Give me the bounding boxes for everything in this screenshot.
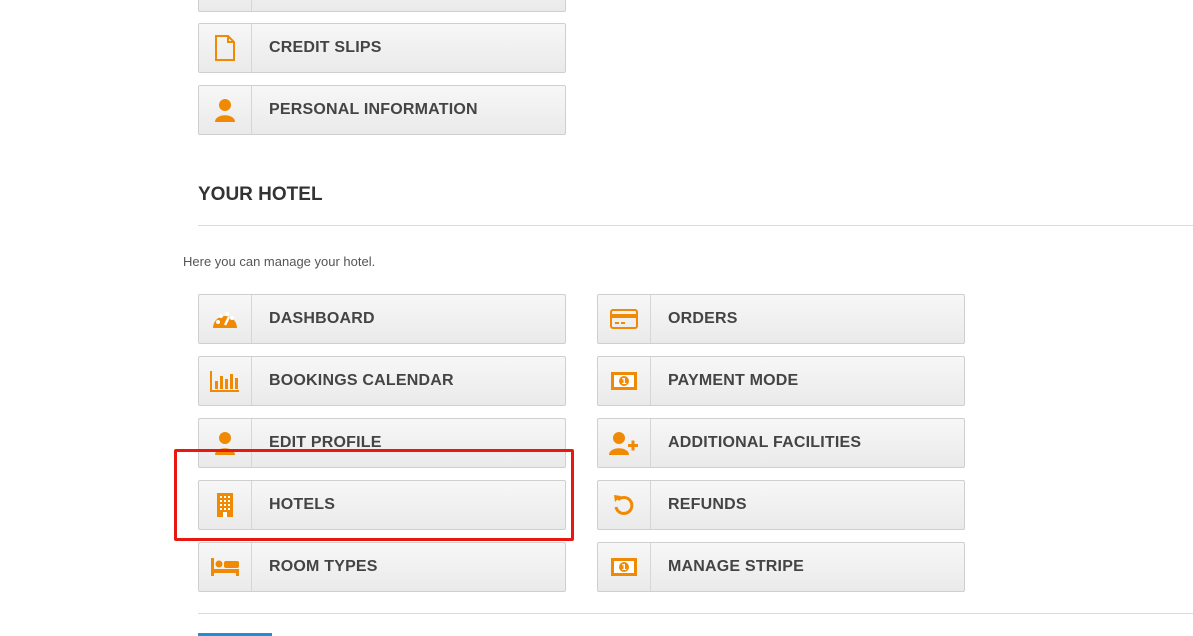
svg-text:1: 1 [621, 563, 627, 572]
dashboard-button[interactable]: DASHBOARD [198, 294, 566, 344]
bookings-calendar-label: BOOKINGS CALENDAR [269, 372, 454, 389]
refunds-label: REFUNDS [668, 496, 747, 513]
credit-slips-button[interactable]: CREDIT SLIPS [198, 23, 566, 73]
money-icon: 1 [598, 357, 651, 405]
refunds-button[interactable]: REFUNDS [597, 480, 965, 530]
partial-icon-cell [199, 0, 252, 11]
orders-label: ORDERS [668, 310, 738, 327]
section-divider [198, 225, 1193, 226]
orders-button[interactable]: ORDERS [597, 294, 965, 344]
hotels-button[interactable]: HOTELS [198, 480, 566, 530]
building-icon [199, 481, 252, 529]
manage-stripe-label: MANAGE STRIPE [668, 558, 804, 575]
edit-profile-label: EDIT PROFILE [269, 434, 382, 451]
user-icon [199, 86, 252, 134]
personal-information-button[interactable]: PERSONAL INFORMATION [198, 85, 566, 135]
room-types-button[interactable]: ROOM TYPES [198, 542, 566, 592]
edit-profile-button[interactable]: EDIT PROFILE [198, 418, 566, 468]
section-description: Here you can manage your hotel. [183, 254, 376, 269]
bar-chart-icon [199, 357, 252, 405]
file-icon [199, 24, 252, 72]
additional-facilities-label: ADDITIONAL FACILITIES [668, 434, 862, 451]
room-types-label: ROOM TYPES [269, 558, 378, 575]
additional-facilities-button[interactable]: ADDITIONAL FACILITIES [597, 418, 965, 468]
money-icon: 1 [598, 543, 651, 591]
user-icon [199, 419, 252, 467]
section-title: YOUR HOTEL [198, 184, 323, 205]
bottom-divider [198, 613, 1193, 614]
credit-slips-label: CREDIT SLIPS [269, 39, 382, 56]
svg-text:1: 1 [621, 377, 627, 386]
bed-icon [199, 543, 252, 591]
payment-mode-button[interactable]: 1 PAYMENT MODE [597, 356, 965, 406]
gauge-icon [199, 295, 252, 343]
bookings-calendar-button[interactable]: BOOKINGS CALENDAR [198, 356, 566, 406]
payment-mode-label: PAYMENT MODE [668, 372, 799, 389]
credit-card-icon [598, 295, 651, 343]
partial-top-button[interactable] [198, 0, 566, 12]
user-plus-icon [598, 419, 651, 467]
manage-stripe-button[interactable]: 1 MANAGE STRIPE [597, 542, 965, 592]
dashboard-label: DASHBOARD [269, 310, 375, 327]
personal-information-label: PERSONAL INFORMATION [269, 101, 478, 118]
undo-icon [598, 481, 651, 529]
hotels-label: HOTELS [269, 496, 336, 513]
